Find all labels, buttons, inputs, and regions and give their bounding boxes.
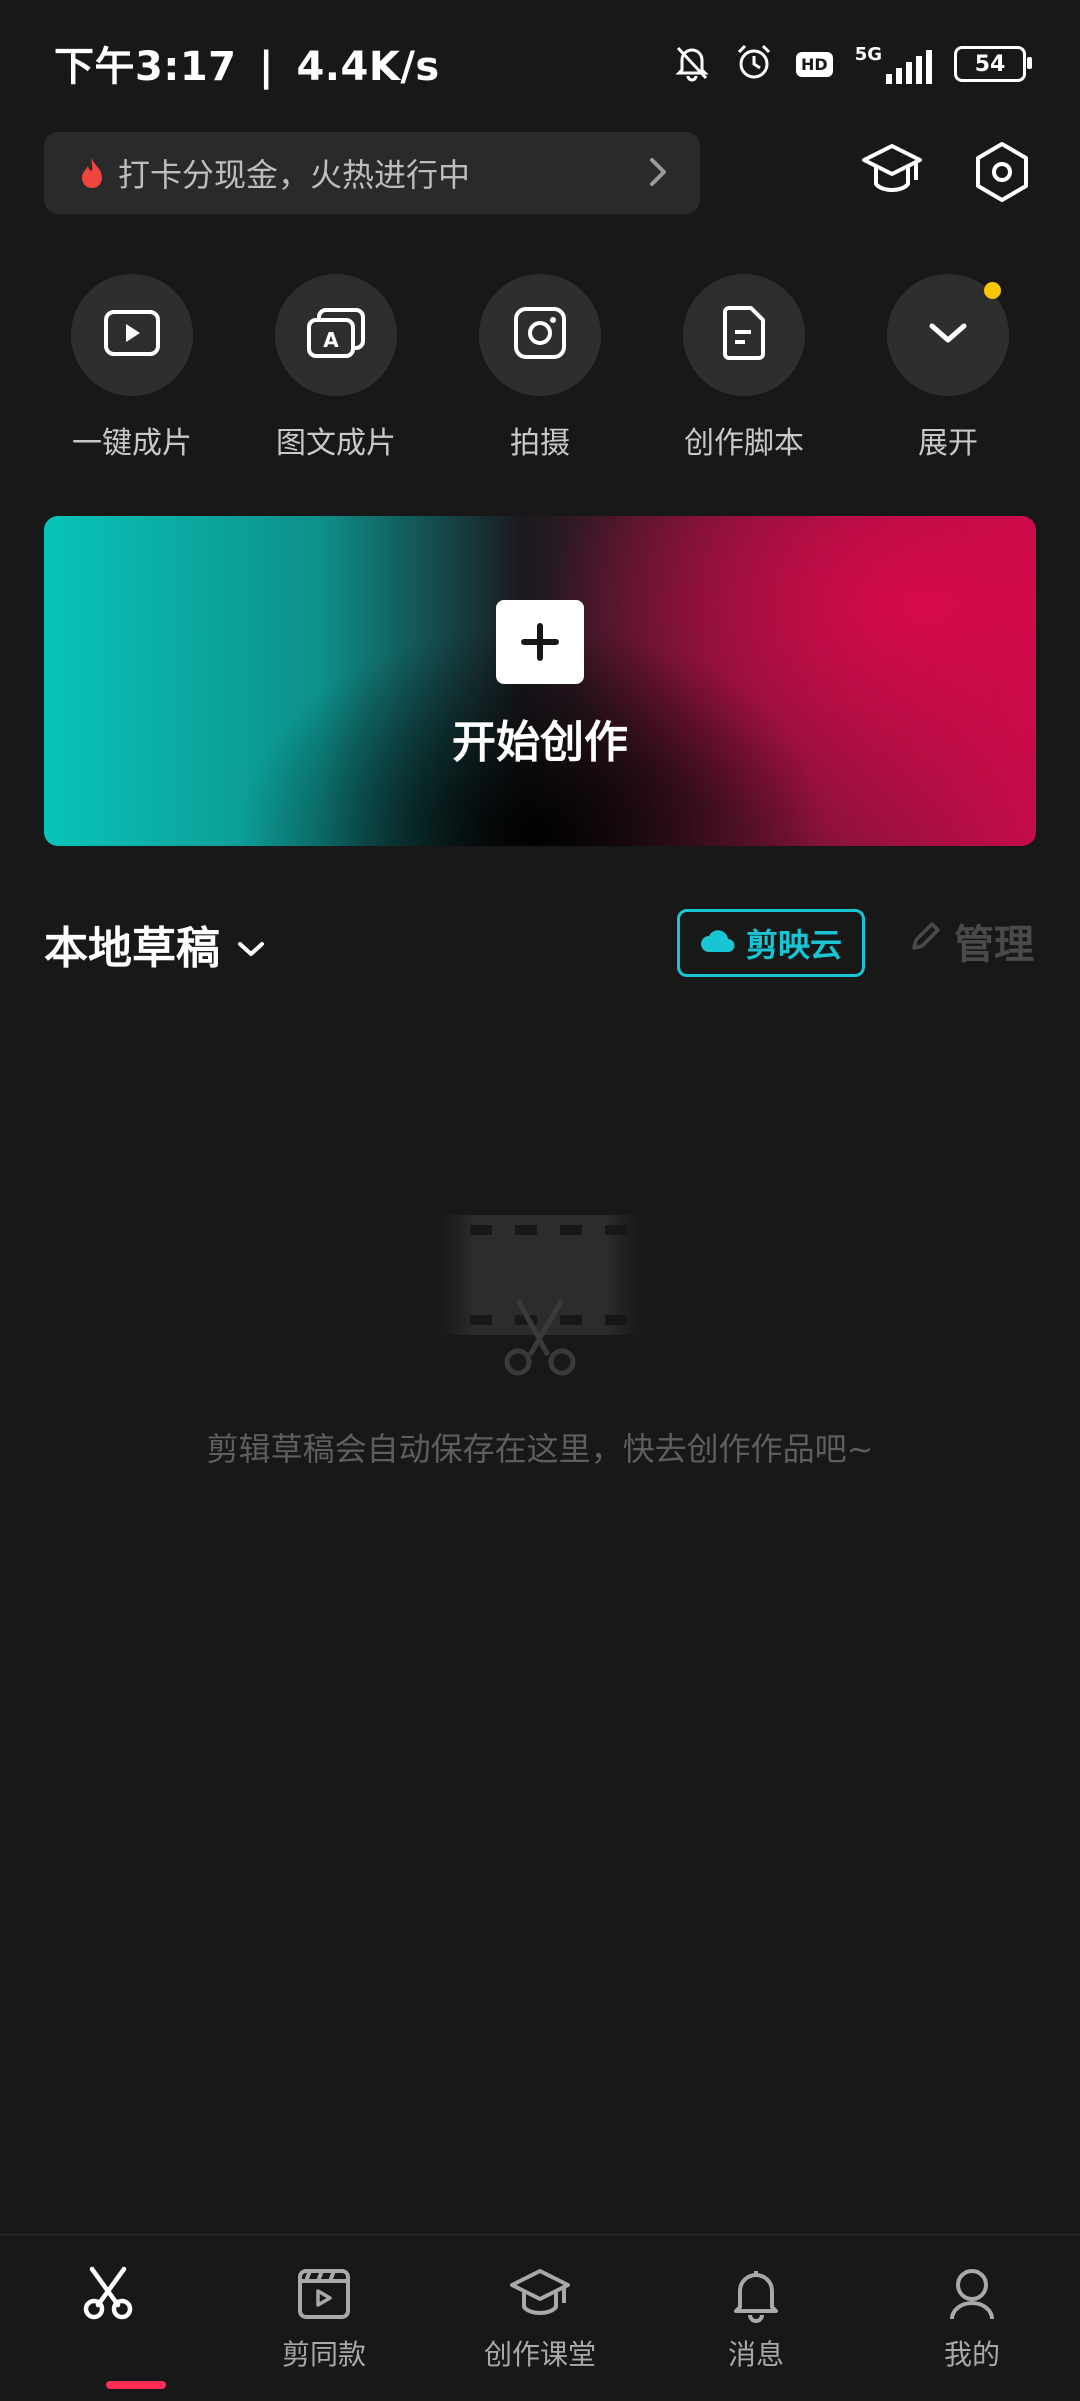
plus-icon bbox=[496, 600, 584, 684]
tab-edit[interactable] bbox=[28, 2265, 188, 2389]
tab-profile[interactable]: 我的 bbox=[892, 2265, 1052, 2373]
notification-dot bbox=[984, 282, 1001, 299]
start-creation-card[interactable]: 开始创作 bbox=[44, 516, 1036, 846]
empty-drafts-illustration bbox=[430, 1205, 650, 1380]
script-doc-icon bbox=[719, 304, 769, 366]
tab-label: 消息 bbox=[727, 2338, 784, 2371]
hd-icon: HD bbox=[796, 51, 833, 77]
tool-label: 图文成片 bbox=[276, 426, 396, 461]
manage-button[interactable]: 管理 bbox=[908, 912, 1034, 970]
tool-shoot[interactable]: 拍摄 bbox=[460, 274, 620, 462]
signal-icon: 5G bbox=[855, 44, 932, 84]
battery-icon: 54 bbox=[954, 46, 1032, 82]
manage-label: 管理 bbox=[954, 922, 1034, 968]
template-clapper-icon bbox=[294, 2269, 354, 2327]
pencil-icon bbox=[908, 918, 944, 964]
tab-label: 剪同款 bbox=[281, 2338, 366, 2371]
tool-label: 一键成片 bbox=[72, 426, 192, 461]
camera-icon bbox=[512, 305, 568, 365]
tab-course[interactable]: 创作课堂 bbox=[460, 2265, 620, 2373]
svg-text:A: A bbox=[323, 328, 339, 352]
cloud-button[interactable]: 剪映云 bbox=[677, 909, 865, 977]
status-time: 下午3:17 | 4.4K/s bbox=[54, 44, 440, 90]
tool-icon-circle: A bbox=[275, 274, 397, 396]
alarm-icon bbox=[734, 42, 774, 86]
profile-icon bbox=[944, 2269, 1000, 2327]
tool-icon-circle bbox=[71, 274, 193, 396]
cloud-label: 剪映云 bbox=[745, 926, 842, 964]
drafts-title: 本地草稿 bbox=[44, 923, 220, 974]
bell-icon bbox=[728, 2271, 784, 2327]
text-to-video-icon: A bbox=[305, 306, 367, 364]
start-creation-label: 开始创作 bbox=[452, 717, 628, 768]
promo-text: 打卡分现金，火热进行中 bbox=[118, 156, 471, 194]
settings-hexagon-icon bbox=[972, 142, 1032, 208]
active-tab-indicator bbox=[106, 2381, 166, 2389]
flame-icon bbox=[78, 156, 106, 190]
cloud-icon bbox=[700, 924, 736, 962]
graduation-cap-icon bbox=[508, 2269, 572, 2327]
tool-text-to-video[interactable]: A 图文成片 bbox=[256, 274, 416, 462]
drafts-dropdown[interactable]: 本地草稿 bbox=[44, 912, 266, 976]
tab-templates[interactable]: 剪同款 bbox=[244, 2265, 404, 2373]
bottom-nav: 剪同款 创作课堂 消息 我的 bbox=[0, 2234, 1080, 2401]
promo-banner[interactable]: 打卡分现金，火热进行中 bbox=[44, 132, 700, 214]
mute-bell-icon bbox=[672, 42, 712, 86]
tab-label: 我的 bbox=[943, 2338, 1000, 2371]
scissors-icon bbox=[78, 2266, 138, 2325]
tool-expand[interactable]: 展开 bbox=[868, 274, 1028, 462]
tool-icon-circle bbox=[683, 274, 805, 396]
status-icons: HD 5G 54 bbox=[672, 36, 1032, 92]
tool-label: 展开 bbox=[918, 426, 978, 461]
tab-messages[interactable]: 消息 bbox=[676, 2265, 836, 2373]
empty-drafts-text: 剪辑草稿会自动保存在这里，快去创作作品吧~ bbox=[206, 1430, 874, 1468]
tool-icon-circle bbox=[479, 274, 601, 396]
play-video-icon bbox=[102, 308, 162, 362]
tool-script[interactable]: 创作脚本 bbox=[664, 274, 824, 462]
settings-button[interactable] bbox=[972, 140, 1032, 208]
tool-one-click-video[interactable]: 一键成片 bbox=[52, 274, 212, 462]
tool-label: 拍摄 bbox=[510, 426, 570, 461]
chevron-down-icon bbox=[926, 318, 970, 352]
chevron-right-icon bbox=[646, 154, 670, 194]
tool-icon-circle bbox=[887, 274, 1009, 396]
tutorial-button[interactable] bbox=[860, 140, 924, 204]
tab-label: 创作课堂 bbox=[483, 2338, 596, 2371]
chevron-down-icon bbox=[236, 919, 266, 970]
tool-label: 创作脚本 bbox=[684, 426, 804, 461]
graduation-cap-icon bbox=[860, 144, 924, 204]
